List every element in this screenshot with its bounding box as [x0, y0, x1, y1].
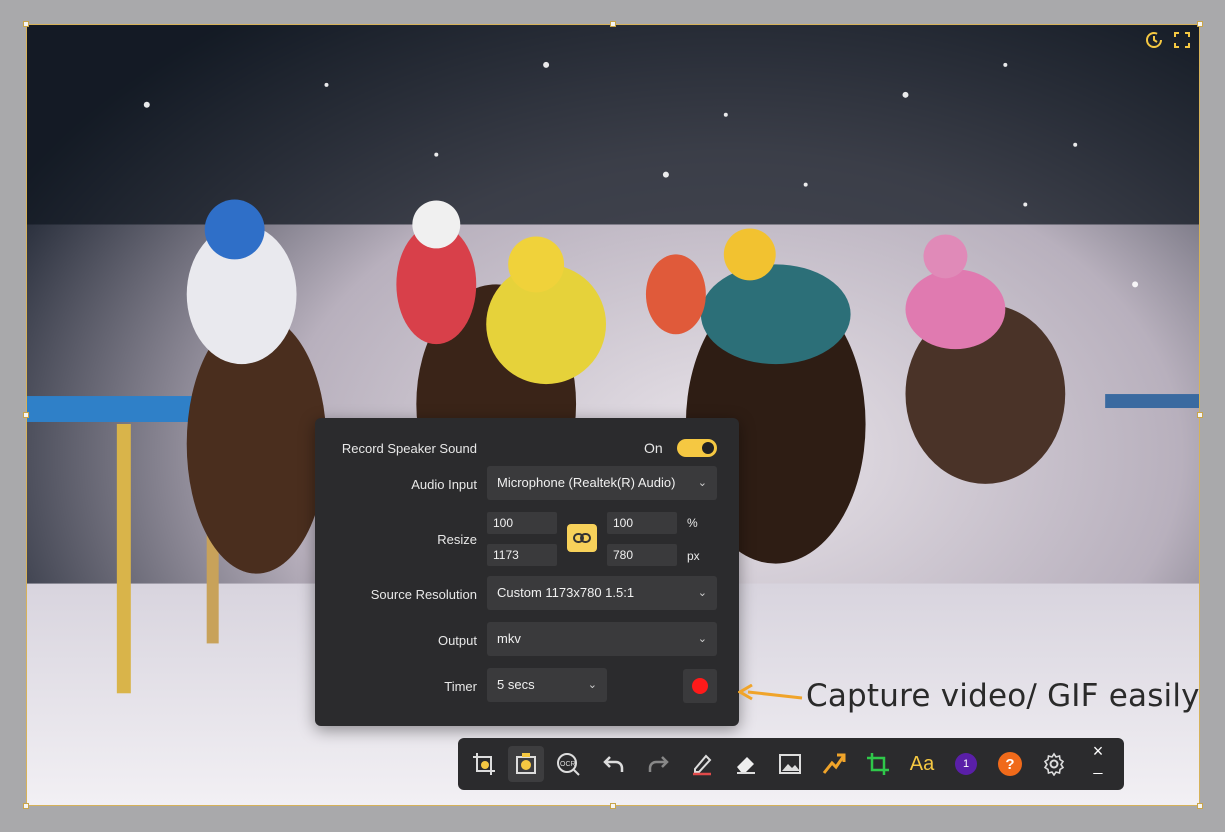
svg-text:OCR: OCR	[560, 761, 576, 768]
width-px-input[interactable]: 1173	[487, 544, 557, 566]
text-button[interactable]: Aa	[904, 746, 940, 782]
source-resolution-value: Custom 1173x780 1.5:1	[497, 585, 635, 600]
arrow-icon	[822, 753, 846, 774]
ocr-button[interactable]: OCR	[550, 746, 586, 782]
redo-icon	[648, 756, 669, 772]
output-dropdown[interactable]: mkv ⌄	[487, 622, 717, 656]
pen-icon	[693, 754, 712, 776]
eraser-icon	[737, 757, 755, 774]
step-number-icon: 1	[955, 753, 977, 775]
timer-dropdown[interactable]: 5 secs ⌄	[487, 668, 607, 702]
audio-input-label: Audio Input	[411, 477, 477, 492]
speaker-state-label: On	[644, 440, 663, 456]
height-percent-input[interactable]: 100	[607, 512, 677, 534]
image-icon	[779, 754, 801, 774]
video-record-button[interactable]	[508, 746, 544, 782]
annotation-text: Capture video/ GIF easily	[806, 678, 1200, 714]
chevron-down-icon: ⌄	[587, 679, 597, 691]
resize-handle-tc[interactable]	[610, 21, 616, 27]
record-dot-icon	[692, 678, 708, 694]
resize-handle-tr[interactable]	[1197, 21, 1203, 27]
width-percent-input[interactable]: 100	[487, 512, 557, 534]
gear-icon	[1043, 752, 1065, 776]
pen-button[interactable]	[684, 746, 720, 782]
resize-handle-mr[interactable]	[1197, 412, 1203, 418]
record-button[interactable]	[683, 669, 717, 703]
timer-value: 5 secs	[497, 677, 535, 692]
undo-icon	[603, 756, 624, 772]
resize-handle-bc[interactable]	[610, 803, 616, 809]
ocr-icon: OCR	[557, 753, 580, 776]
percent-unit: %	[687, 516, 698, 530]
text-tool-label: Aa	[909, 752, 935, 775]
timer-label: Timer	[444, 679, 477, 694]
audio-input-dropdown[interactable]: Microphone (Realtek(R) Audio) ⌄	[487, 466, 717, 500]
undo-button[interactable]	[596, 746, 632, 782]
arrow-button[interactable]	[816, 746, 852, 782]
px-unit: px	[687, 549, 700, 563]
resize-label: Resize	[437, 532, 477, 547]
eraser-button[interactable]	[728, 746, 764, 782]
link-aspect-button[interactable]	[567, 524, 597, 552]
fullscreen-icon[interactable]	[1173, 31, 1191, 49]
output-label: Output	[437, 633, 477, 648]
speaker-toggle[interactable]	[677, 439, 717, 457]
settings-button[interactable]	[1036, 746, 1072, 782]
chevron-down-icon: ⌄	[697, 477, 707, 489]
chevron-down-icon: ⌄	[697, 633, 707, 645]
image-button[interactable]	[772, 746, 808, 782]
minimize-icon[interactable]: _	[1088, 758, 1108, 776]
record-speaker-label: Record Speaker Sound	[341, 441, 477, 456]
crop-icon	[473, 753, 495, 775]
step-number-button[interactable]: 1	[948, 746, 984, 782]
chevron-down-icon: ⌄	[697, 587, 707, 599]
help-button[interactable]: ?	[992, 746, 1028, 782]
annotation-arrow	[738, 684, 803, 701]
crop-button[interactable]	[466, 746, 502, 782]
height-px-input[interactable]: 780	[607, 544, 677, 566]
timer-icon[interactable]	[1145, 31, 1163, 49]
output-value: mkv	[497, 631, 521, 646]
rectangle-button[interactable]	[860, 746, 896, 782]
recording-settings-panel: Record Speaker Sound On Audio Input Micr…	[315, 418, 739, 726]
toggle-knob	[702, 442, 714, 454]
link-icon	[573, 533, 591, 543]
redo-button[interactable]	[640, 746, 676, 782]
rectangle-icon	[867, 753, 889, 775]
resize-handle-bl[interactable]	[23, 803, 29, 809]
help-icon: ?	[998, 752, 1022, 776]
resize-handle-ml[interactable]	[23, 412, 29, 418]
audio-input-value: Microphone (Realtek(R) Audio)	[497, 475, 676, 490]
capture-toolbar: OCR Aa 1 ? × _	[458, 738, 1124, 790]
resize-handle-br[interactable]	[1197, 803, 1203, 809]
source-resolution-dropdown[interactable]: Custom 1173x780 1.5:1 ⌄	[487, 576, 717, 610]
source-resolution-label: Source Resolution	[370, 587, 477, 602]
resize-handle-tl[interactable]	[23, 21, 29, 27]
duck-record-icon	[516, 753, 536, 774]
